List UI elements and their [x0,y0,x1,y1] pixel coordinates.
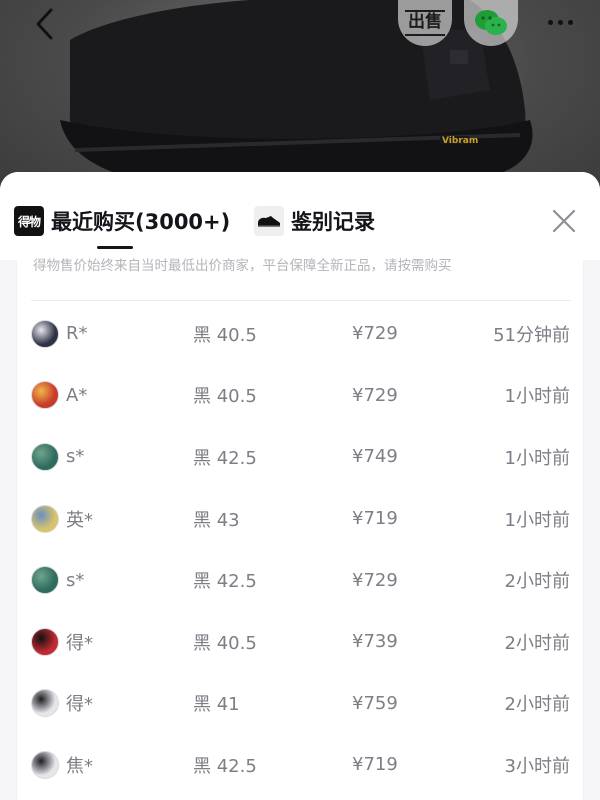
purchase-list-panel: 得物售价始终来自当时最低出价商家，平台保障全新正品，请按需购买 R* 黑 40.5… [16,258,585,800]
list-item: A* 黑 40.5 ¥729 1小时前 [17,365,585,427]
sneaker-icon [254,206,284,236]
item-price: ¥729 [352,384,398,406]
purchase-time: 51分钟前 [493,324,570,346]
buyer-name: 得* [66,694,93,716]
divider [31,300,571,301]
list-item: 英* 黑 43 ¥719 1小时前 [17,488,585,550]
purchase-time: 1小时前 [504,447,570,469]
tab-recent-purchases[interactable]: 得物 最近购买(3000+) [14,204,230,238]
item-price: ¥759 [352,692,398,714]
buyer-name: s* [66,446,85,468]
active-tab-indicator [97,246,133,249]
item-spec: 黑 42.5 [193,571,257,593]
item-price: ¥729 [352,569,398,591]
avatar[interactable] [31,442,59,471]
more-dots-icon [547,19,553,25]
list-item: 得* 黑 40.5 ¥739 2小时前 [17,611,585,673]
purchase-time: 2小时前 [504,571,570,593]
purchase-time: 1小时前 [504,386,570,408]
item-spec: 黑 41 [193,694,240,716]
buyer-name: R* [66,323,88,345]
item-price: ¥739 [352,631,398,653]
item-spec: 黑 40.5 [193,386,257,408]
avatar[interactable] [31,381,59,410]
tab-authentication-records[interactable]: 鉴别记录 [254,204,375,238]
buyer-name: s* [66,569,85,591]
product-image: Vibram 出售 [0,0,600,200]
sheet-tabs: 得物 最近购买(3000+) 鉴别记录 [0,172,600,264]
vibram-badge: Vibram [442,136,479,146]
item-spec: 黑 40.5 [193,324,257,346]
close-button[interactable] [548,205,580,237]
tab-auth-label: 鉴别记录 [291,210,375,234]
item-spec: 黑 40.5 [193,632,257,654]
list-item: s* 黑 42.5 ¥749 1小时前 [17,426,585,488]
item-spec: 黑 43 [193,509,240,531]
buyer-name: 英* [66,509,93,531]
item-spec: 黑 42.5 [193,447,257,469]
list-item: R* 黑 40.5 ¥729 51分钟前 [17,303,585,365]
wechat-icon [475,10,507,35]
tab-recent-label: 最近购买(3000+) [51,210,231,234]
list-item: 焦* 黑 42.5 ¥719 3小时前 [17,734,585,796]
purchase-time: 2小时前 [504,694,570,716]
more-button[interactable] [538,6,582,38]
item-price: ¥719 [352,754,398,776]
item-price: ¥729 [352,323,398,345]
item-spec: 黑 42.5 [193,755,257,777]
avatar[interactable] [31,750,59,779]
chevron-left-icon [36,8,53,40]
purchase-time: 1小时前 [504,509,570,531]
price-notice: 得物售价始终来自当时最低出价商家，平台保障全新正品，请按需购买 [33,258,452,274]
back-button[interactable] [26,4,62,44]
item-price: ¥719 [352,508,398,530]
avatar[interactable] [31,627,59,656]
buyer-name: 得* [66,632,93,654]
buyer-name: 焦* [66,755,93,777]
purchase-time: 3小时前 [504,755,570,777]
purchase-time: 2小时前 [504,632,570,654]
avatar[interactable] [31,319,59,348]
avatar[interactable] [31,566,59,595]
item-price: ¥749 [352,446,398,468]
purchase-list: R* 黑 40.5 ¥729 51分钟前 A* 黑 40.5 ¥729 1小时前 s* 黑 42.… [17,303,585,796]
recent-purchase-sheet: 得物 最近购买(3000+) 鉴别记录 得物售价始终来自当时最低出价商家，平台保… [0,172,600,800]
buyer-name: A* [66,384,88,406]
avatar[interactable] [31,689,59,718]
list-item: s* 黑 42.5 ¥729 2小时前 [17,549,585,611]
list-item: 得* 黑 41 ¥759 2小时前 [17,673,585,735]
dewu-logo-icon: 得物 [14,206,44,236]
close-icon [552,209,576,233]
avatar[interactable] [31,504,59,533]
sell-label: 出售 [405,10,445,36]
